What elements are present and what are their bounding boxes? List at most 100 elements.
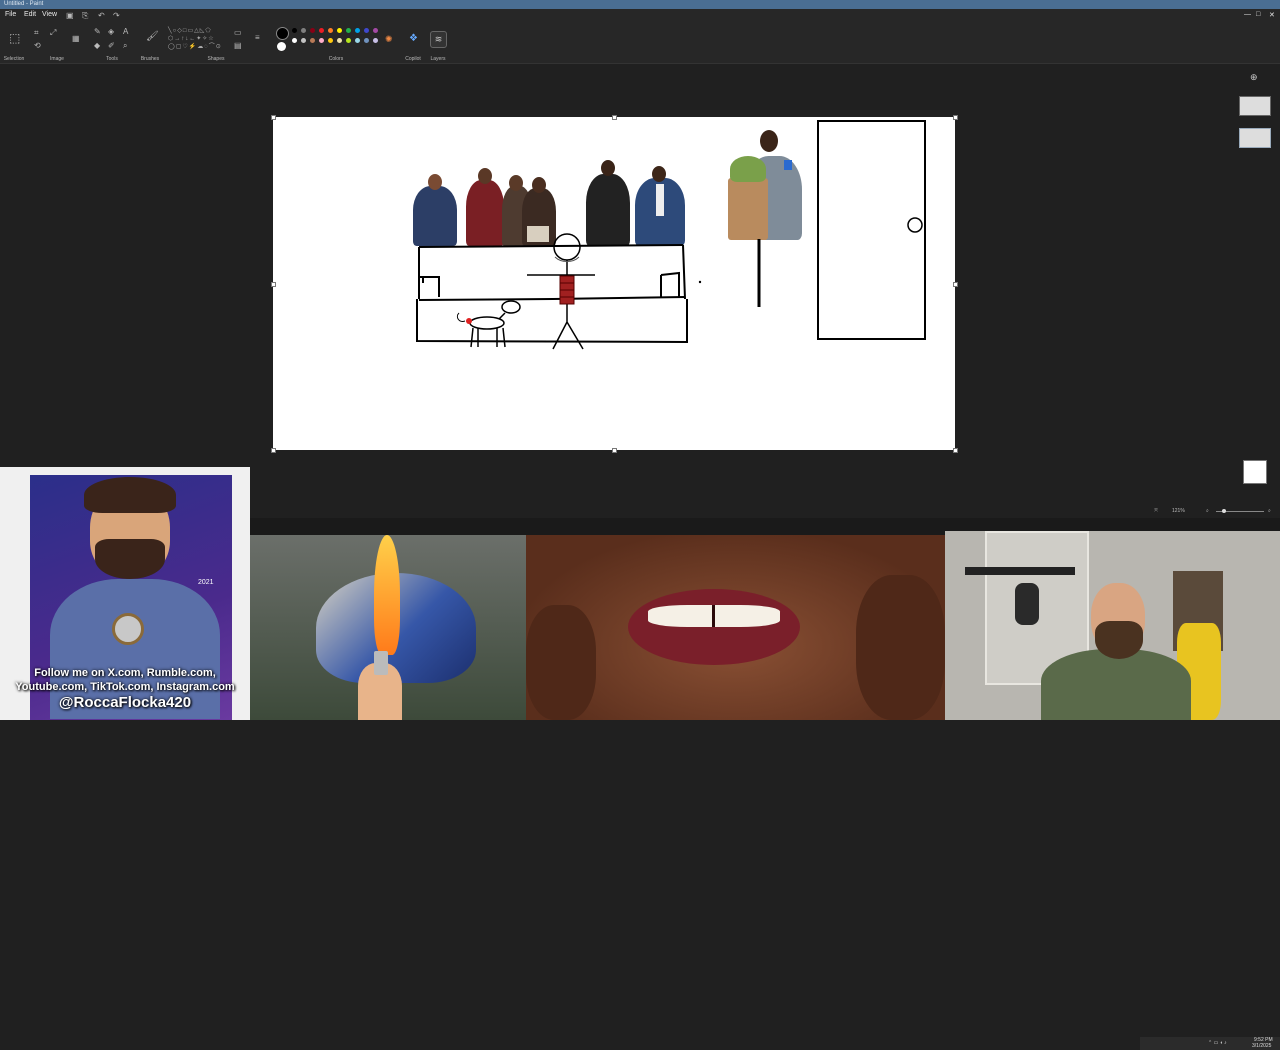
color-swatch[interactable] <box>310 38 315 43</box>
zoom-slider-thumb[interactable] <box>1222 509 1226 513</box>
ribbon-toolbar: ⬚ ⌗ ⤢ ⟲ ▦ ✎ ◈ A ◆ ✐ ⌕ 🖌 ╲○◇□▭△◺⬠ ⬡→↑↓←✦✧☆… <box>0 23 1280 64</box>
layers-icon[interactable]: ≋ <box>430 31 447 48</box>
color-swatch[interactable] <box>301 28 306 33</box>
table-sides <box>418 244 686 300</box>
resize-icon[interactable]: ⤢ <box>50 28 56 38</box>
avatar-hair <box>84 477 176 513</box>
menu-view[interactable]: View <box>42 11 57 18</box>
minimize-icon[interactable]: — <box>1244 11 1251 18</box>
color-swatch[interactable] <box>319 28 324 33</box>
color-swatch[interactable] <box>373 38 378 43</box>
layer-thumbnail-selected[interactable] <box>1239 128 1271 148</box>
menu-edit[interactable]: Edit <box>24 11 36 18</box>
resize-handle[interactable] <box>953 282 958 287</box>
menu-file[interactable]: File <box>5 11 16 18</box>
group-label-copilot: Copilot <box>405 56 421 62</box>
pencil-icon[interactable]: ✎ <box>94 27 101 36</box>
color-swatch[interactable] <box>310 28 315 33</box>
close-icon[interactable]: ✕ <box>1269 11 1275 19</box>
zoom-in-icon[interactable]: ⌕ <box>1268 508 1271 514</box>
background-layer-swatch[interactable] <box>1243 460 1267 484</box>
image-select-icon[interactable]: ▦ <box>72 34 80 43</box>
door-knob <box>907 217 923 233</box>
drawing-canvas[interactable] <box>271 115 958 453</box>
layer-thumbnail[interactable] <box>1239 96 1271 116</box>
resize-handle[interactable] <box>271 448 276 453</box>
color-swatch[interactable] <box>301 38 306 43</box>
eraser-icon[interactable]: ◆ <box>94 41 100 50</box>
color-swatch[interactable] <box>292 28 297 33</box>
color-swatch[interactable] <box>364 28 369 33</box>
edit-colors-icon[interactable]: ✺ <box>385 34 393 45</box>
streamer-shirt <box>1041 649 1191 720</box>
table-mid-line <box>418 296 686 301</box>
sketch-layer <box>416 120 926 350</box>
layers-panel: ⊕ <box>1236 70 1276 518</box>
color-swatch[interactable] <box>364 38 369 43</box>
resize-handle[interactable] <box>953 115 958 120</box>
lips <box>628 589 800 665</box>
color-picker-icon[interactable]: ✐ <box>108 41 115 50</box>
zoom-level[interactable]: 121% <box>1172 508 1185 514</box>
dot <box>698 280 702 284</box>
resize-handle[interactable] <box>953 448 958 453</box>
maximize-icon[interactable]: □ <box>1256 11 1260 18</box>
color-swatch[interactable] <box>292 38 297 43</box>
right-chair <box>660 271 680 297</box>
group-label-tools: Tools <box>106 56 118 62</box>
crop-icon[interactable]: ⌗ <box>34 28 39 38</box>
line-size-icon[interactable]: ≡ <box>255 33 260 42</box>
color-swatch[interactable] <box>319 38 324 43</box>
follow-text-line2: Youtube.com, TikTok.com, Instagram.com <box>15 681 235 693</box>
brush-icon[interactable]: 🖌 <box>146 31 159 42</box>
color-swatch[interactable] <box>355 38 360 43</box>
stream-overlay: 2021 Follow me on X.com, Rumble.com, You… <box>0 467 1280 1050</box>
fit-icon[interactable]: ⤧ <box>1154 508 1158 514</box>
resize-handle[interactable] <box>271 282 276 287</box>
color-swatch[interactable] <box>346 28 351 33</box>
primary-color[interactable] <box>276 27 289 40</box>
color-swatch[interactable] <box>328 38 333 43</box>
shapes-gallery[interactable]: ╲○◇□▭△◺⬠ ⬡→↑↓←✦✧☆ ◯▢♡⚡☁◌⌒⊙ <box>168 27 226 53</box>
color-swatch[interactable] <box>373 28 378 33</box>
social-handle: @RoccaFlocka420 <box>58 694 192 711</box>
outline-icon[interactable]: ▭ <box>234 28 242 37</box>
burning-flag-video <box>250 535 526 720</box>
group-label-brushes: Brushes <box>140 56 160 62</box>
left-chair <box>419 276 440 297</box>
table-lower <box>416 299 688 344</box>
webcam-video <box>945 531 1280 720</box>
selection-icon[interactable]: ⬚ <box>9 31 20 45</box>
fill-icon[interactable]: ◈ <box>108 27 114 36</box>
system-tray: ⌃ ▭ ◖ ♪ 9:52 PM 3/1/2025 <box>1140 1037 1280 1050</box>
zoom-out-icon[interactable]: ⌕ <box>1206 508 1209 514</box>
tray-icons[interactable]: ⌃ ▭ ◖ ♪ <box>1208 1040 1227 1046</box>
shape-fill-icon[interactable]: ▤ <box>234 41 242 50</box>
save-icon[interactable]: ▣ <box>66 11 74 20</box>
history-icon[interactable]: ⎘ <box>82 11 88 21</box>
color-swatch[interactable] <box>337 28 342 33</box>
color-swatch[interactable] <box>328 28 333 33</box>
add-layer-icon[interactable]: ⊕ <box>1250 72 1258 83</box>
resize-handle[interactable] <box>612 115 617 120</box>
undo-icon[interactable]: ↶ <box>98 11 105 20</box>
dog-head <box>501 300 521 314</box>
text-icon[interactable]: A <box>123 27 128 36</box>
magnifier-icon[interactable]: ⌕ <box>123 41 127 51</box>
color-swatch[interactable] <box>346 38 351 43</box>
rotate-icon[interactable]: ⟲ <box>34 41 41 50</box>
clock-date: 3/1/2025 <box>1252 1043 1272 1049</box>
secondary-color[interactable] <box>277 42 286 51</box>
resize-handle[interactable] <box>612 448 617 453</box>
copilot-icon[interactable]: ❖ <box>409 33 418 44</box>
red-mark <box>466 318 472 324</box>
streamer-beard <box>1095 621 1143 659</box>
status-bar: ⤧ 121% ⌕ ⌕ <box>1140 506 1280 518</box>
color-swatch[interactable] <box>355 28 360 33</box>
color-swatch[interactable] <box>337 38 342 43</box>
group-label-shapes: Shapes <box>207 56 225 62</box>
resize-handle[interactable] <box>271 115 276 120</box>
redo-icon[interactable]: ↷ <box>113 11 120 20</box>
table-top-line <box>418 244 684 248</box>
stick-figure-head <box>553 233 581 261</box>
